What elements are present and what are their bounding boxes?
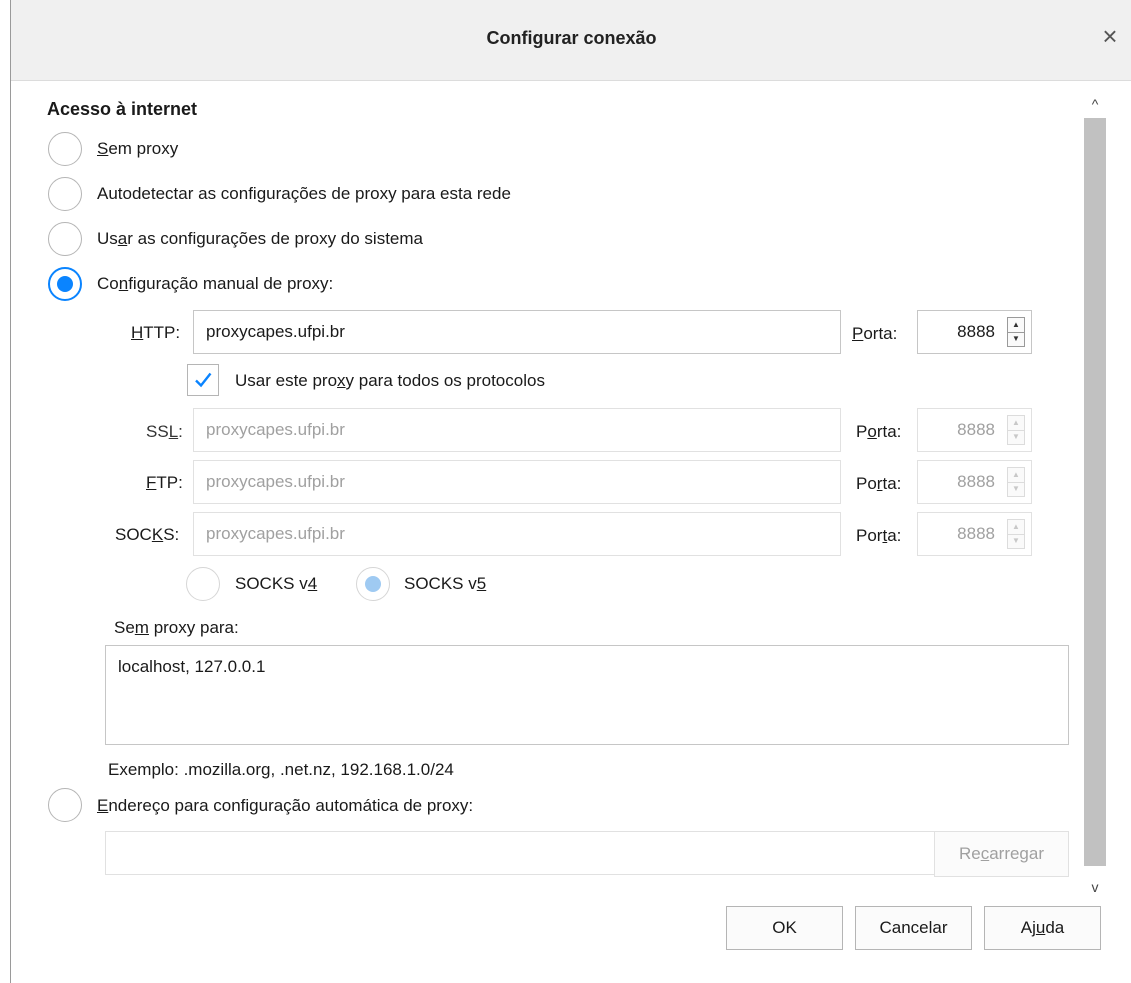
spin-up-icon[interactable]: ▲: [1008, 520, 1024, 535]
radio-socks-v5-label[interactable]: SOCKS v5: [404, 574, 486, 594]
check-icon: [195, 372, 212, 388]
ok-button[interactable]: OK: [726, 906, 843, 950]
http-port-input[interactable]: 8888 ▲ ▼: [917, 310, 1032, 354]
ftp-proxy-input[interactable]: proxycapes.ufpi.br: [193, 460, 841, 504]
no-proxy-for-label: Sem proxy para:: [114, 618, 239, 637]
title-bar: Configurar conexão ×: [11, 0, 1131, 81]
help-button[interactable]: Ajuda: [984, 906, 1101, 950]
radio-auto-config-url-label[interactable]: Endereço para configuração automática de…: [97, 796, 473, 816]
http-label: HTTP:: [131, 323, 181, 342]
radio-socks-v4[interactable]: [186, 567, 220, 601]
radio-socks-v4-label[interactable]: SOCKS v4: [235, 574, 317, 594]
ftp-port-spinner[interactable]: ▲ ▼: [1007, 467, 1025, 497]
scroll-down-icon[interactable]: v: [1083, 875, 1107, 899]
socks-port-spinner[interactable]: ▲ ▼: [1007, 519, 1025, 549]
ftp-label: FTP:: [146, 473, 183, 492]
socks-port-label: Porta:: [856, 526, 902, 545]
spin-up-icon[interactable]: ▲: [1008, 468, 1024, 483]
http-proxy-input[interactable]: proxycapes.ufpi.br: [193, 310, 841, 354]
ssl-port-value: 8888: [957, 420, 995, 439]
auto-config-url-input[interactable]: [105, 831, 935, 875]
radio-socks-v5[interactable]: [356, 567, 390, 601]
radio-no-proxy-label[interactable]: Sem proxy: [97, 139, 178, 159]
ftp-port-input[interactable]: 8888 ▲ ▼: [917, 460, 1032, 504]
use-for-all-checkbox[interactable]: [187, 364, 219, 396]
ssl-port-input[interactable]: 8888 ▲ ▼: [917, 408, 1032, 452]
spin-down-icon[interactable]: ▼: [1008, 482, 1024, 496]
ftp-port-label: Porta:: [856, 474, 902, 493]
no-proxy-for-textarea[interactable]: localhost, 127.0.0.1: [105, 645, 1069, 745]
radio-auto-config-url[interactable]: [48, 788, 82, 822]
radio-system-proxy[interactable]: [48, 222, 82, 256]
http-port-spinner[interactable]: ▲ ▼: [1007, 317, 1025, 347]
spin-up-icon[interactable]: ▲: [1008, 318, 1024, 333]
scrollbar-thumb[interactable]: [1084, 118, 1106, 866]
ssl-label: SSL:: [146, 422, 183, 441]
ssl-port-label: Porta:: [856, 422, 902, 441]
http-port-label: Porta:: [852, 324, 898, 343]
spin-down-icon[interactable]: ▼: [1008, 332, 1024, 346]
cancel-button[interactable]: Cancelar: [855, 906, 972, 950]
section-heading: Acesso à internet: [47, 99, 198, 119]
ssl-port-spinner[interactable]: ▲ ▼: [1007, 415, 1025, 445]
radio-no-proxy[interactable]: [48, 132, 82, 166]
radio-system-proxy-label[interactable]: Usar as configurações de proxy do sistem…: [97, 229, 423, 249]
reload-button[interactable]: Recarregar: [934, 831, 1069, 877]
scroll-up-icon[interactable]: ^: [1083, 92, 1107, 116]
http-port-value: 8888: [957, 322, 995, 341]
close-icon[interactable]: ×: [1096, 22, 1124, 50]
socks-proxy-input[interactable]: proxycapes.ufpi.br: [193, 512, 841, 556]
dialog-title: Configurar conexão: [486, 28, 657, 48]
radio-manual-proxy[interactable]: [48, 267, 82, 301]
use-for-all-label[interactable]: Usar este proxy para todos os protocolos: [235, 371, 545, 391]
radio-manual-proxy-label[interactable]: Configuração manual de proxy:: [97, 274, 333, 294]
radio-auto-detect-label[interactable]: Autodetectar as configurações de proxy p…: [97, 184, 511, 204]
spin-down-icon[interactable]: ▼: [1008, 534, 1024, 548]
scrollbar[interactable]: ^ v: [1083, 90, 1107, 902]
spin-up-icon[interactable]: ▲: [1008, 416, 1024, 431]
ftp-port-value: 8888: [957, 472, 995, 491]
socks-label: SOCKS:: [115, 525, 180, 544]
socks-port-input[interactable]: 8888 ▲ ▼: [917, 512, 1032, 556]
socks-port-value: 8888: [957, 524, 995, 543]
no-proxy-example: Exemplo: .mozilla.org, .net.nz, 192.168.…: [108, 760, 454, 779]
ssl-proxy-input[interactable]: proxycapes.ufpi.br: [193, 408, 841, 452]
spin-down-icon[interactable]: ▼: [1008, 430, 1024, 444]
radio-auto-detect[interactable]: [48, 177, 82, 211]
